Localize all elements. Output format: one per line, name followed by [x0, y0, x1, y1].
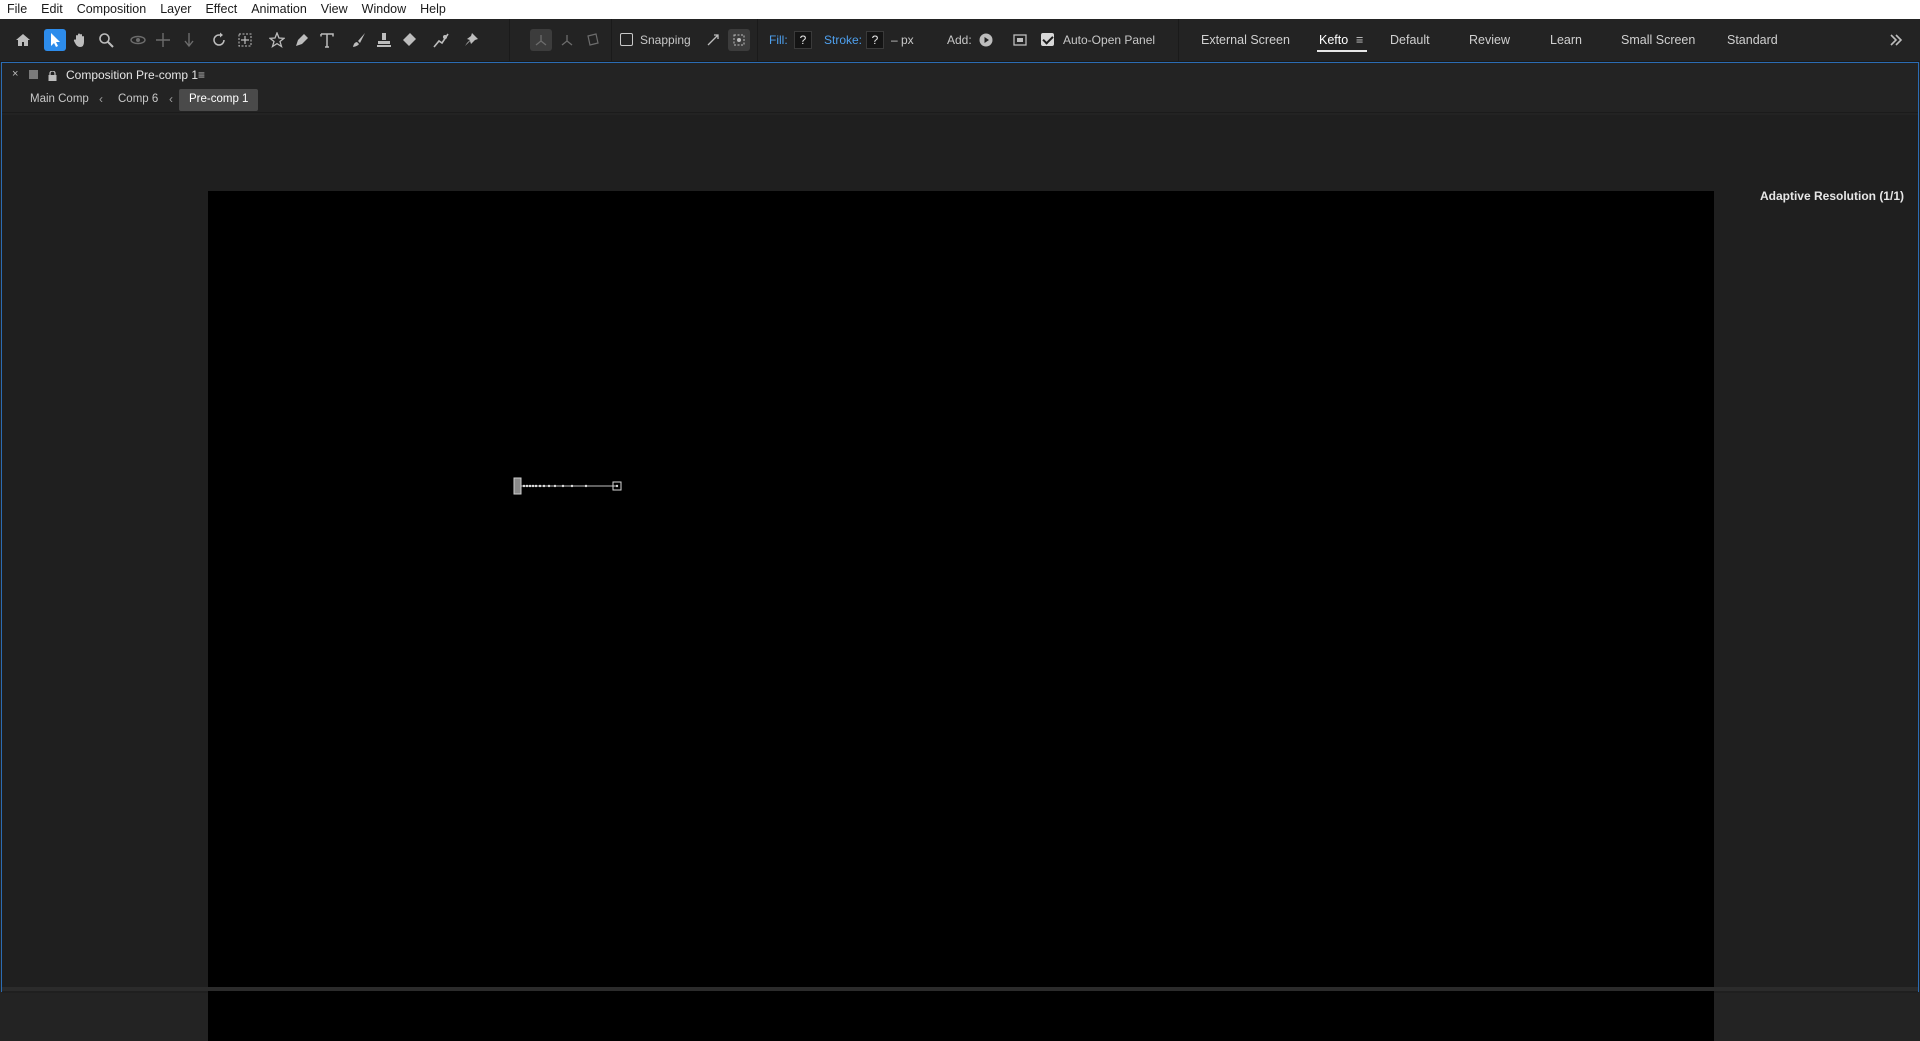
menu-animation[interactable]: Animation [251, 0, 307, 19]
toolbar-separator [1178, 19, 1179, 62]
menu-view[interactable]: View [321, 0, 348, 19]
chevron-left-icon: ‹ [99, 92, 103, 106]
menu-bar: File Edit Composition Layer Effect Anima… [0, 0, 1920, 19]
snap-edges-icon[interactable] [702, 29, 724, 51]
panel-color-swatch [29, 70, 38, 79]
close-icon[interactable]: × [12, 68, 18, 80]
toolbar-separator [509, 19, 510, 62]
viewer-footer [2, 987, 1918, 991]
clone-stamp-tool-icon[interactable] [373, 29, 395, 51]
zoom-tool-icon[interactable] [95, 29, 117, 51]
auto-open-panel-checkbox[interactable] [1041, 33, 1054, 46]
home-icon[interactable] [12, 29, 34, 51]
menu-edit[interactable]: Edit [41, 0, 63, 19]
type-tool-icon[interactable] [316, 29, 338, 51]
workspace-learn[interactable]: Learn [1550, 32, 1582, 48]
workspace-default[interactable]: Default [1390, 32, 1430, 48]
snapping-checkbox[interactable] [620, 33, 633, 46]
pan-behind-tool-icon[interactable] [234, 29, 256, 51]
stroke-width-value[interactable]: – px [891, 32, 914, 48]
eraser-tool-icon[interactable] [398, 29, 420, 51]
menu-window[interactable]: Window [362, 0, 406, 19]
menu-help[interactable]: Help [420, 0, 446, 19]
chevron-left-icon: ‹ [169, 92, 173, 106]
rotation-tool-icon[interactable] [208, 29, 230, 51]
active-workspace-underline [1317, 50, 1367, 52]
toolbar-separator [611, 19, 612, 62]
fill-label[interactable]: Fill: [769, 32, 788, 48]
breadcrumb: Main Comp ‹ Comp 6 ‹ Pre-comp 1 [2, 87, 1918, 113]
breadcrumb-pre-comp-1[interactable]: Pre-comp 1 [179, 89, 259, 111]
brush-tool-icon[interactable] [348, 29, 370, 51]
composition-panel: × Composition Pre-comp 1 ≡ Main Comp ‹ C… [1, 62, 1919, 1041]
menu-file[interactable]: File [7, 0, 27, 19]
menu-layer[interactable]: Layer [160, 0, 191, 19]
shape-panel-icon[interactable] [1009, 29, 1031, 51]
add-label: Add: [947, 33, 972, 47]
breadcrumb-comp-6[interactable]: Comp 6 [118, 93, 158, 105]
selection-tool-icon[interactable] [44, 29, 66, 51]
menu-effect[interactable]: Effect [205, 0, 237, 19]
workspace-kefto-menu-icon[interactable]: ≡ [1356, 32, 1363, 48]
pen-tool-icon[interactable] [291, 29, 313, 51]
roto-brush-tool-icon[interactable] [430, 29, 452, 51]
hand-tool-icon[interactable] [69, 29, 91, 51]
panel-menu-icon[interactable]: ≡ [198, 68, 205, 82]
lock-icon[interactable] [48, 68, 57, 81]
panel-tab-row: × Composition Pre-comp 1 ≡ [2, 63, 1918, 87]
toolbar: Snapping Fill: ? Stroke: ? – px Add: Aut… [0, 19, 1920, 62]
pan-camera-icon[interactable] [152, 29, 174, 51]
adaptive-resolution-indicator: Adaptive Resolution (1/1) [1759, 189, 1904, 203]
stroke-label[interactable]: Stroke: [824, 32, 862, 48]
view-axis-icon[interactable] [582, 29, 604, 51]
snap-features-icon[interactable] [728, 29, 750, 51]
add-property-icon[interactable] [975, 29, 997, 51]
panel-title[interactable]: Composition Pre-comp 1 [66, 68, 198, 82]
workspace-external-screen[interactable]: External Screen [1201, 32, 1290, 48]
menu-composition[interactable]: Composition [77, 0, 146, 19]
workspace-kefto[interactable]: Kefto [1319, 32, 1348, 48]
fill-swatch[interactable]: ? [794, 31, 812, 49]
toolbar-separator [757, 19, 758, 62]
orbit-camera-icon[interactable] [127, 29, 149, 51]
dolly-camera-icon[interactable] [178, 29, 200, 51]
chevron-double-right-icon[interactable] [1885, 29, 1907, 51]
workspace-standard[interactable]: Standard [1727, 32, 1778, 48]
workspace-review[interactable]: Review [1469, 32, 1510, 48]
composition-viewer[interactable]: Adaptive Resolution (1/1) [2, 115, 1918, 1041]
snapping-label: Snapping [640, 33, 691, 47]
breadcrumb-main-comp[interactable]: Main Comp [30, 93, 89, 105]
composition-canvas[interactable] [208, 191, 1714, 1041]
local-axis-icon[interactable] [530, 29, 552, 51]
puppet-pin-tool-icon[interactable] [460, 29, 482, 51]
layer-path[interactable] [208, 191, 1714, 1041]
workspace-small-screen[interactable]: Small Screen [1621, 32, 1695, 48]
auto-open-panel-label: Auto-Open Panel [1063, 33, 1156, 47]
shape-tool-icon[interactable] [266, 29, 288, 51]
stroke-swatch[interactable]: ? [866, 31, 884, 49]
world-axis-icon[interactable] [556, 29, 578, 51]
